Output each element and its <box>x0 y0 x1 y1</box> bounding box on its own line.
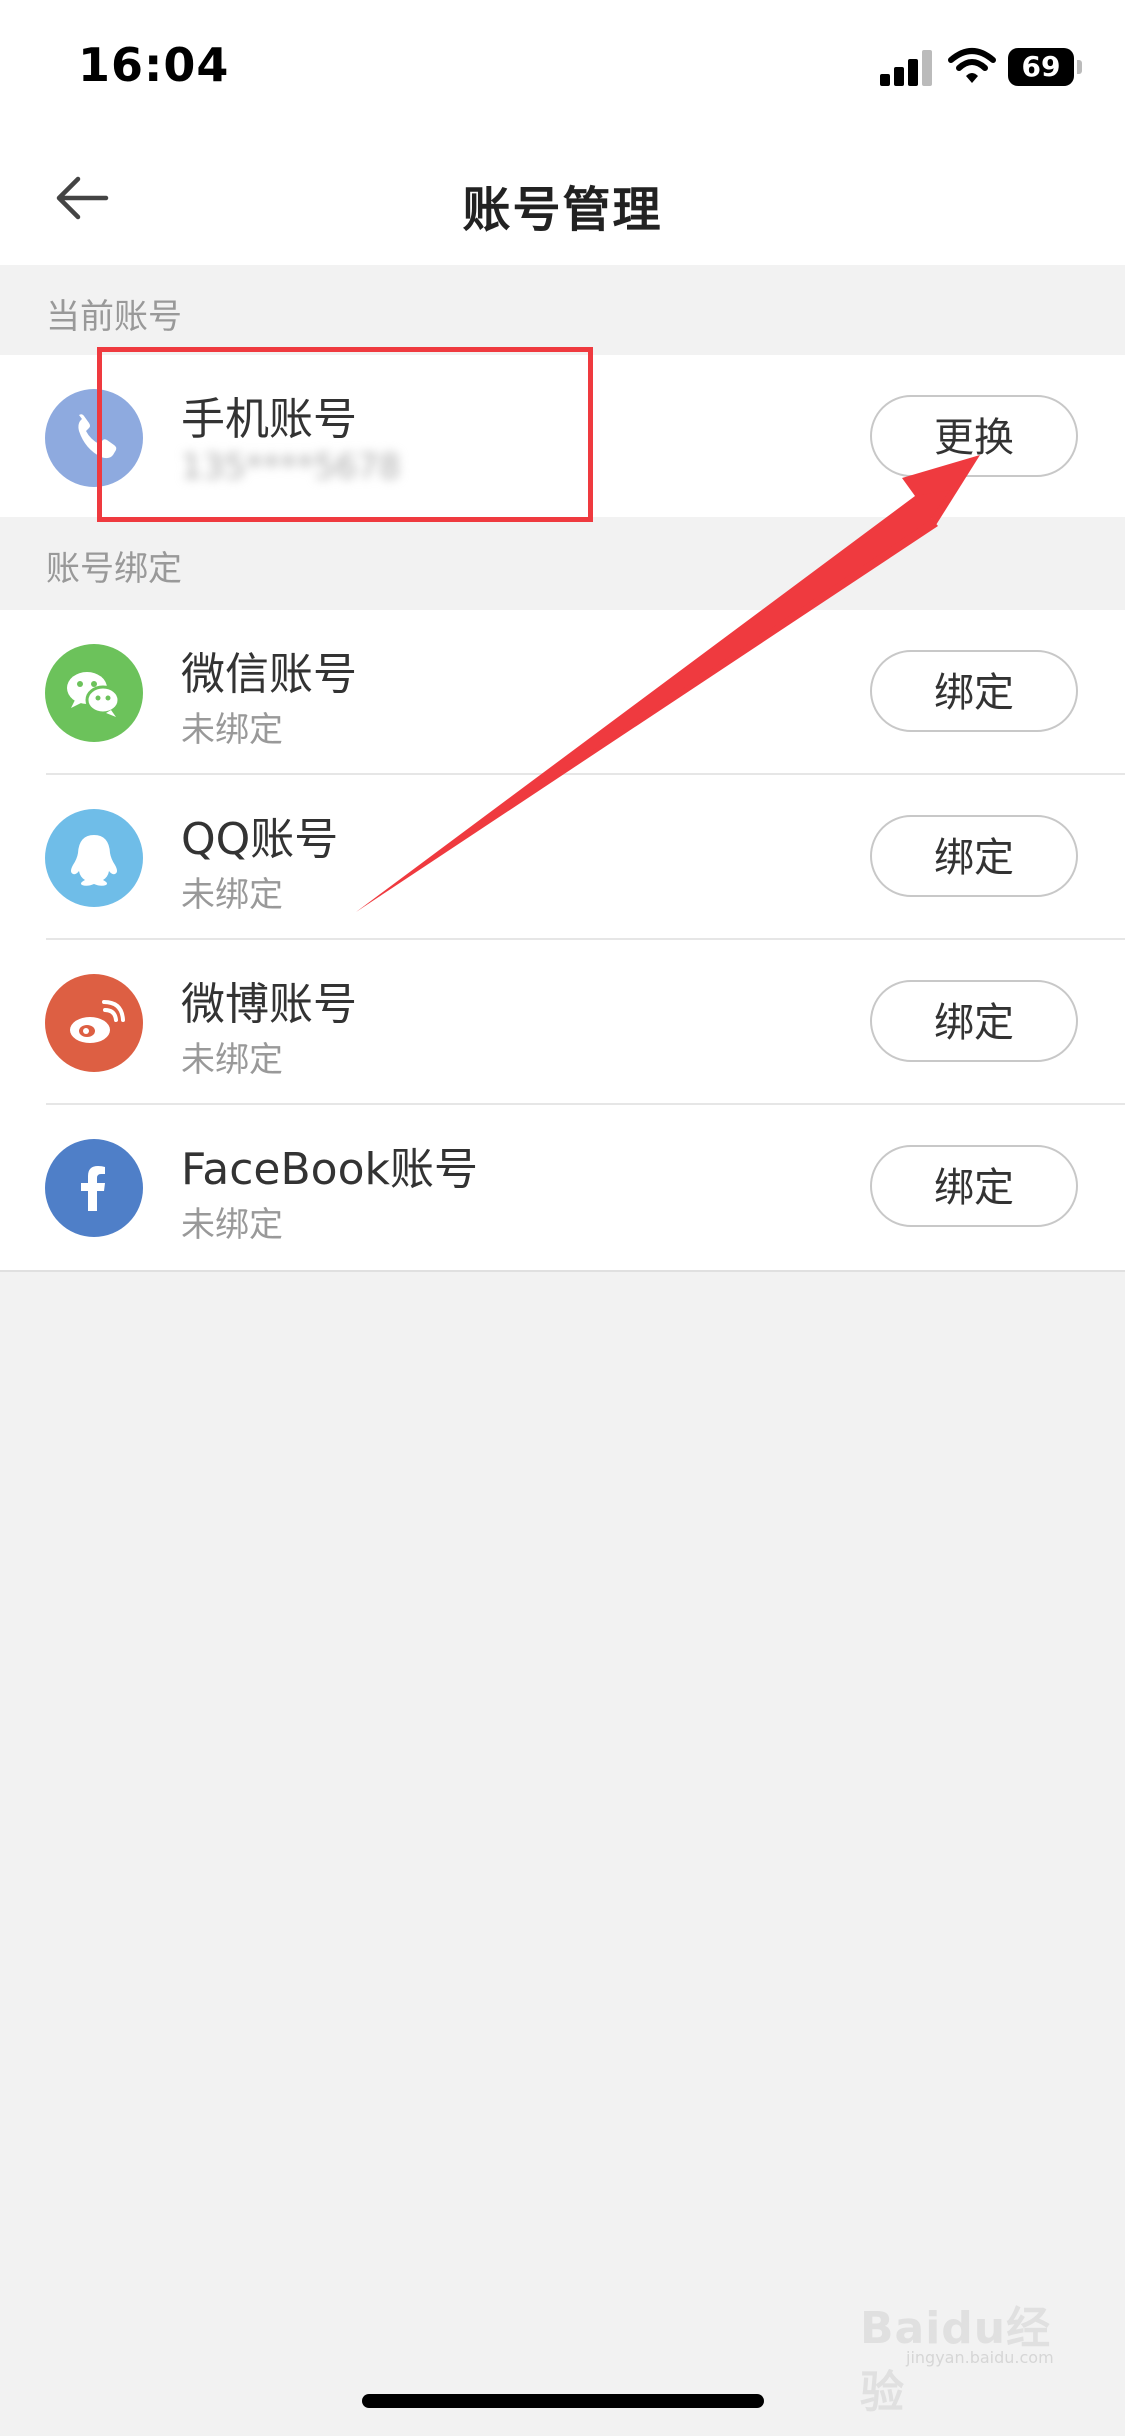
section-header-binding: 账号绑定 <box>0 517 1125 607</box>
facebook-status: 未绑定 <box>181 1205 283 1245</box>
bind-row-facebook: FaceBook账号 未绑定 绑定 <box>0 1105 1125 1272</box>
section-label-binding: 账号绑定 <box>46 549 182 589</box>
qq-title: QQ账号 <box>181 814 339 865</box>
baidu-watermark: Baidu经验 jingyan.baidu.com <box>860 2290 1090 2418</box>
bind-qq-button[interactable]: 绑定 <box>870 815 1078 897</box>
bind-row-qq: QQ账号 未绑定 绑定 <box>0 775 1125 940</box>
wechat-status: 未绑定 <box>181 710 283 750</box>
bind-weibo-button[interactable]: 绑定 <box>870 980 1078 1062</box>
facebook-title: FaceBook账号 <box>181 1144 478 1195</box>
weibo-title: 微博账号 <box>181 979 357 1030</box>
status-time: 16:04 <box>78 38 230 92</box>
battery-icon: 69 <box>1008 48 1082 86</box>
status-bar: 16:04 69 <box>0 0 1125 130</box>
battery-level: 69 <box>1021 50 1061 83</box>
home-indicator[interactable] <box>362 2394 764 2408</box>
qq-status: 未绑定 <box>181 875 283 915</box>
bind-row-weibo: 微博账号 未绑定 绑定 <box>0 940 1125 1105</box>
bind-facebook-button[interactable]: 绑定 <box>870 1145 1078 1227</box>
page-title: 账号管理 <box>462 182 663 238</box>
wechat-icon <box>45 644 143 742</box>
wechat-title: 微信账号 <box>181 649 357 700</box>
change-account-button[interactable]: 更换 <box>870 395 1078 477</box>
signal-icon <box>880 48 934 86</box>
section-label-current: 当前账号 <box>46 297 182 337</box>
wifi-icon <box>948 48 996 83</box>
section-header-current: 当前账号 <box>0 265 1125 355</box>
qq-icon <box>45 809 143 907</box>
watermark-sub: jingyan.baidu.com <box>906 2348 1054 2367</box>
facebook-icon <box>45 1139 143 1237</box>
weibo-status: 未绑定 <box>181 1040 283 1080</box>
bind-row-wechat: 微信账号 未绑定 绑定 <box>0 610 1125 775</box>
annotation-highlight-box <box>97 347 593 522</box>
bind-wechat-button[interactable]: 绑定 <box>870 650 1078 732</box>
nav-bar: 账号管理 <box>0 130 1125 265</box>
weibo-icon <box>45 974 143 1072</box>
